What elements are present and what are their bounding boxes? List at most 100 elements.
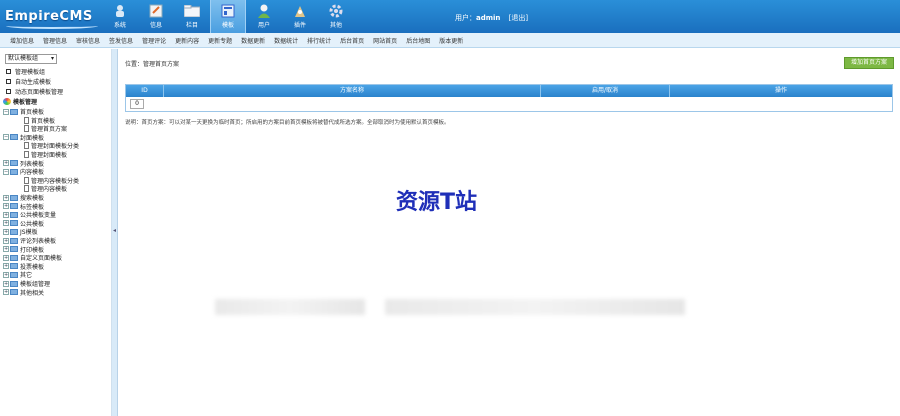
document-icon xyxy=(24,142,29,150)
menu-item[interactable]: 版本更新 xyxy=(439,36,463,45)
user-name: admin xyxy=(476,14,501,22)
page: EmpireCMS 系统 信息 栏目 模板 用户 插件 其他 用户：admin … xyxy=(0,0,900,416)
collapse-icon[interactable]: − xyxy=(3,168,9,175)
folder-icon xyxy=(10,160,18,167)
folder-icon xyxy=(10,280,18,287)
expand-icon[interactable]: + xyxy=(3,203,9,210)
plugin-icon xyxy=(292,3,308,18)
menu-item[interactable]: 排行统计 xyxy=(307,36,331,45)
blurred-footer-block xyxy=(385,299,685,315)
menu-item[interactable]: 数据更新 xyxy=(241,36,265,45)
collapse-arrow-icon: ◂ xyxy=(113,227,117,234)
topnav-column[interactable]: 栏目 xyxy=(174,0,210,33)
menu-item[interactable]: 管理信息 xyxy=(43,36,67,45)
topnav-other[interactable]: 其他 xyxy=(318,0,354,33)
topnav-template[interactable]: 模板 xyxy=(210,0,246,33)
document-icon xyxy=(24,116,29,124)
top-nav: 系统 信息 栏目 模板 用户 插件 其他 xyxy=(102,0,354,33)
expand-icon[interactable]: + xyxy=(3,211,9,218)
logo: EmpireCMS xyxy=(5,9,93,24)
add-home-scheme-button[interactable]: 增加首页方案 xyxy=(844,57,894,69)
topnav-plugin[interactable]: 插件 xyxy=(282,0,318,33)
document-icon xyxy=(24,125,29,133)
table-header: ID 方案名称 启用/取消 操作 xyxy=(126,85,892,97)
expand-icon[interactable]: + xyxy=(3,194,9,201)
folder-icon xyxy=(10,108,18,115)
logout-link[interactable]: [退出] xyxy=(509,14,528,22)
watermark: 资源T站 xyxy=(396,190,478,215)
palette-icon xyxy=(3,98,11,105)
topnav-label: 插件 xyxy=(293,22,306,29)
expand-icon[interactable]: + xyxy=(3,280,9,287)
folder-icon xyxy=(10,228,18,235)
menu-item[interactable]: 更新专题 xyxy=(208,36,232,45)
folder-icon xyxy=(10,271,18,278)
document-icon xyxy=(24,185,29,193)
tree-root-label: 模板管理 xyxy=(13,99,38,106)
user-prefix: 用户： xyxy=(455,14,476,22)
folder-icon xyxy=(10,254,18,261)
square-bullet-icon xyxy=(6,69,11,74)
template-group-select[interactable]: 默认模板组 ▾ xyxy=(5,54,57,64)
document-icon xyxy=(24,151,29,158)
sidebar-link-label: 动态页面模板管理 xyxy=(15,89,64,96)
expand-icon[interactable]: + xyxy=(3,160,9,167)
folder-icon xyxy=(10,220,18,227)
expand-icon[interactable]: + xyxy=(3,246,9,253)
sidebar-link-label: 管理模板组 xyxy=(15,69,46,76)
menu-item[interactable]: 数据统计 xyxy=(274,36,298,45)
menu-item[interactable]: 更新内容 xyxy=(175,36,199,45)
expand-icon[interactable]: + xyxy=(3,237,9,244)
sidebar-link[interactable]: 管理模板组 xyxy=(6,67,45,76)
logo-swoosh xyxy=(6,23,98,29)
folder-icon xyxy=(10,289,18,296)
sidebar-link[interactable]: 自动生成模板 xyxy=(6,77,51,86)
topnav-label: 其他 xyxy=(329,22,342,29)
other-icon xyxy=(328,3,344,18)
top-bar: EmpireCMS 系统 信息 栏目 模板 用户 插件 其他 用户：admin … xyxy=(0,0,900,33)
expand-icon[interactable]: + xyxy=(3,228,9,235)
expand-icon[interactable]: + xyxy=(3,263,9,270)
expand-icon[interactable]: + xyxy=(3,220,9,227)
main-content: 位置：管理首页方案 增加首页方案 ID 方案名称 启用/取消 操作 0 说明：首… xyxy=(118,49,900,416)
topnav-label: 系统 xyxy=(113,22,126,29)
topnav-label: 信息 xyxy=(149,22,162,29)
menu-item[interactable]: 审核信息 xyxy=(76,36,100,45)
column-header-id: ID xyxy=(126,85,164,97)
table-row: 0 xyxy=(126,97,892,111)
tree-node[interactable]: + 其他相关 xyxy=(3,288,44,297)
expand-icon[interactable]: + xyxy=(3,254,9,261)
sidebar-link[interactable]: 动态页面模板管理 xyxy=(6,87,63,96)
sidebar-link-label: 自动生成模板 xyxy=(15,79,52,86)
folder-icon xyxy=(10,237,18,244)
help-note: 说明：首页方案：可以对某一天更换为临时首页；所启用的方案目前首页模板将被替代成所… xyxy=(125,120,450,126)
square-bullet-icon xyxy=(6,79,11,84)
topnav-user[interactable]: 用户 xyxy=(246,0,282,33)
topnav-system[interactable]: 系统 xyxy=(102,0,138,33)
user-info: 用户：admin [退出] xyxy=(455,13,528,23)
folder-icon xyxy=(10,168,18,175)
topnav-label: 用户 xyxy=(257,22,270,29)
expand-icon[interactable]: + xyxy=(3,271,9,278)
document-icon xyxy=(24,176,29,184)
menu-item[interactable]: 网站首页 xyxy=(373,36,397,45)
sidebar: 默认模板组 ▾ 管理模板组 自动生成模板 动态页面模板管理 模板管理 − 首页模板… xyxy=(0,49,112,416)
collapse-icon[interactable]: − xyxy=(3,134,9,141)
menu-item[interactable]: 增加信息 xyxy=(10,36,34,45)
row-id-input[interactable]: 0 xyxy=(130,99,144,109)
blurred-footer-block xyxy=(215,299,365,315)
topnav-label: 栏目 xyxy=(185,22,198,29)
template-group-value: 默认模板组 xyxy=(8,55,39,62)
column-header-status: 启用/取消 xyxy=(541,85,670,97)
column-header-name: 方案名称 xyxy=(164,85,541,97)
menu-item[interactable]: 后台首页 xyxy=(340,36,364,45)
menu-item[interactable]: 后台地图 xyxy=(406,36,430,45)
menu-item[interactable]: 管理评论 xyxy=(142,36,166,45)
menu-item[interactable]: 签发信息 xyxy=(109,36,133,45)
expand-icon[interactable]: + xyxy=(3,289,9,296)
collapse-icon[interactable]: − xyxy=(3,108,9,115)
tree-node-label: 其他相关 xyxy=(20,289,45,297)
topnav-info[interactable]: 信息 xyxy=(138,0,174,33)
template-icon xyxy=(220,3,236,18)
chevron-down-icon: ▾ xyxy=(50,55,54,62)
